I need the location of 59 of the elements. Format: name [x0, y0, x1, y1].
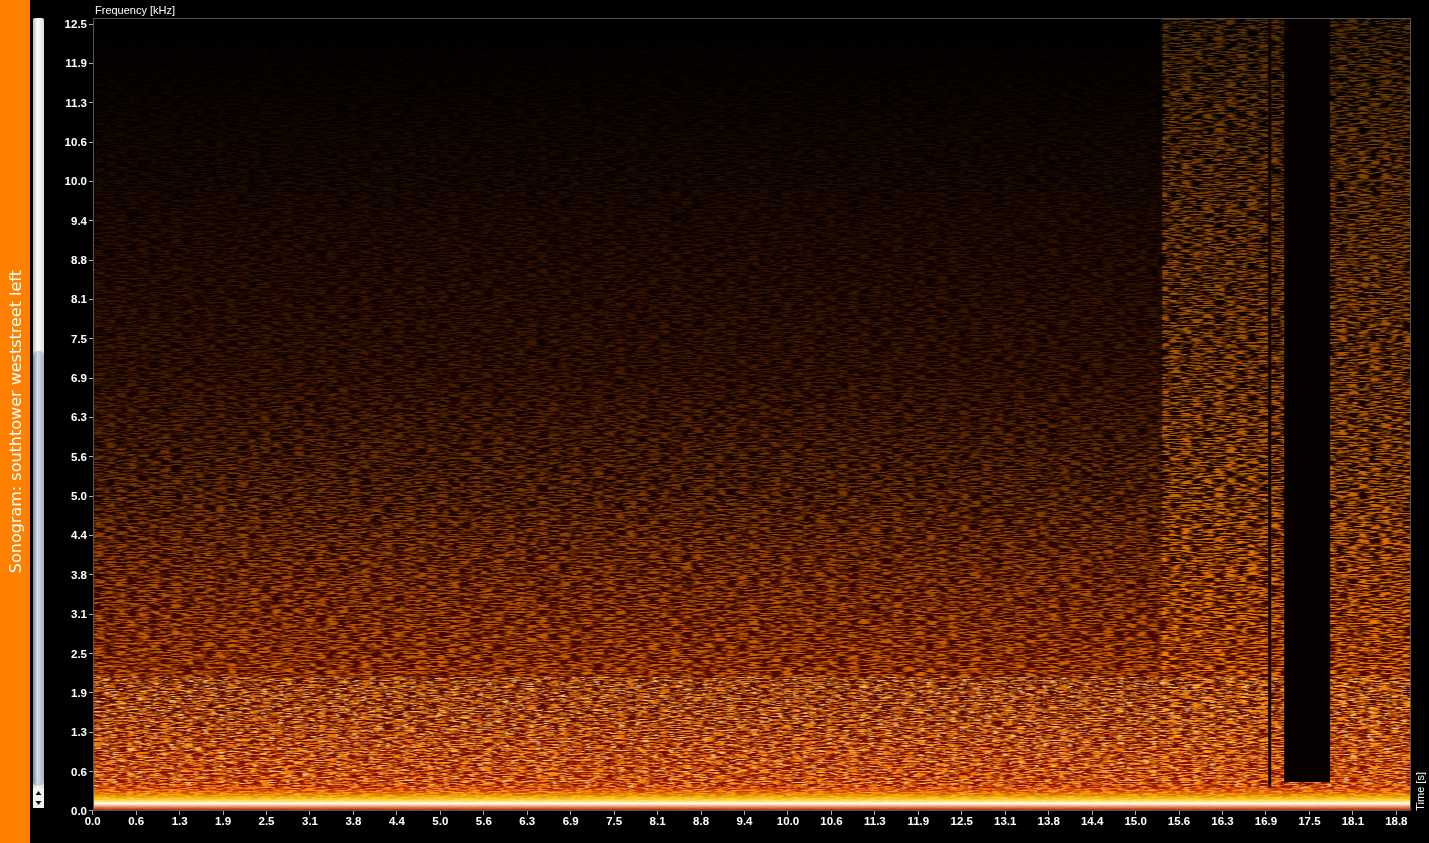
axis-tick-label: 14.4 [1080, 815, 1104, 828]
axis-tick-label: 18.8 [1385, 815, 1408, 828]
axis-tick-label: 0.0 [71, 804, 87, 817]
axis-tick-label: 1.3 [71, 726, 87, 739]
axis-tick-label: 6.9 [562, 815, 579, 828]
axis-tick-label: 0.6 [71, 765, 87, 778]
axis-tick-label: 8.1 [71, 293, 87, 306]
axis-title: Frequency [kHz] [94, 4, 176, 18]
axis-tick-label: 4.4 [388, 815, 405, 828]
axis-tick-label: 6.3 [519, 815, 536, 828]
axis-tick-label: 16.9 [1254, 815, 1278, 828]
axis-tick-label: 9.4 [736, 815, 753, 828]
axis-tick-label: 5.0 [71, 490, 87, 503]
axis-tick-label: 10.6 [820, 815, 843, 828]
axis-tick-label: 15.6 [1167, 815, 1191, 828]
axis-tick-label: 1.3 [171, 815, 188, 828]
axis-tick-label: 16.3 [1211, 815, 1234, 828]
axis-tick-label: 11.9 [907, 815, 930, 828]
axis-tick-label: 7.5 [71, 332, 87, 345]
axis-tick-label: 2.5 [258, 815, 275, 828]
axis-tick-label: 18.1 [1341, 815, 1365, 828]
axis-tick-label: 12.5 [64, 18, 87, 30]
axis-tick-label: 4.4 [71, 529, 87, 542]
axis-tick-label: 15.0 [1124, 815, 1147, 828]
axis-tick-label: 13.1 [994, 815, 1017, 828]
axis-title: Time [s] [1414, 772, 1426, 811]
axis-tick-label: 13.8 [1037, 815, 1060, 828]
axis-tick-label: 5.0 [432, 815, 449, 828]
axis-tick-label: 10.0 [64, 175, 87, 188]
axis-tick-label: 8.1 [649, 815, 666, 828]
axis-tick-label: 5.6 [71, 450, 87, 463]
axis-tick-label: 8.8 [71, 254, 87, 267]
axis-tick-label: 7.5 [606, 815, 623, 828]
scroll-up-icon[interactable] [33, 788, 44, 798]
axis-tick-label: 10.6 [64, 136, 87, 149]
axis-tick-label: 1.9 [215, 815, 232, 828]
axis-tick-label: 3.1 [71, 608, 87, 621]
axis-tick-label: 3.8 [71, 568, 87, 581]
scroll-down-icon[interactable] [33, 798, 44, 808]
axis-tick-label: 0.6 [128, 815, 145, 828]
axis-tick-label: 0.0 [84, 815, 101, 828]
axis-tick-label: 11.3 [864, 815, 886, 828]
axis-tick-label: 6.9 [71, 372, 87, 385]
axis-tick-label: 2.5 [71, 647, 87, 660]
axis-tick-label: 9.4 [71, 214, 87, 227]
axis-tick-label: 6.3 [71, 411, 87, 424]
axis-tick-label: 1.9 [71, 686, 87, 699]
axis-tick-label: 17.5 [1298, 815, 1321, 828]
axis-tick-label: 3.8 [345, 815, 362, 828]
sonogram-title: Sonogram: southtower weststreet left [5, 269, 25, 574]
scrollbar-thumb[interactable] [33, 351, 44, 786]
axis-tick-label: 3.1 [302, 815, 318, 828]
axis-tick-label: 5.6 [475, 815, 492, 828]
axis-tick-label: 11.9 [65, 57, 87, 70]
axis-tick-label: 8.8 [693, 815, 710, 828]
scrollbar[interactable] [33, 18, 44, 808]
axis-tick-label: 12.5 [950, 815, 973, 828]
axis-tick-label: 11.3 [65, 96, 87, 109]
axis-tick-label: 10.0 [776, 815, 800, 828]
